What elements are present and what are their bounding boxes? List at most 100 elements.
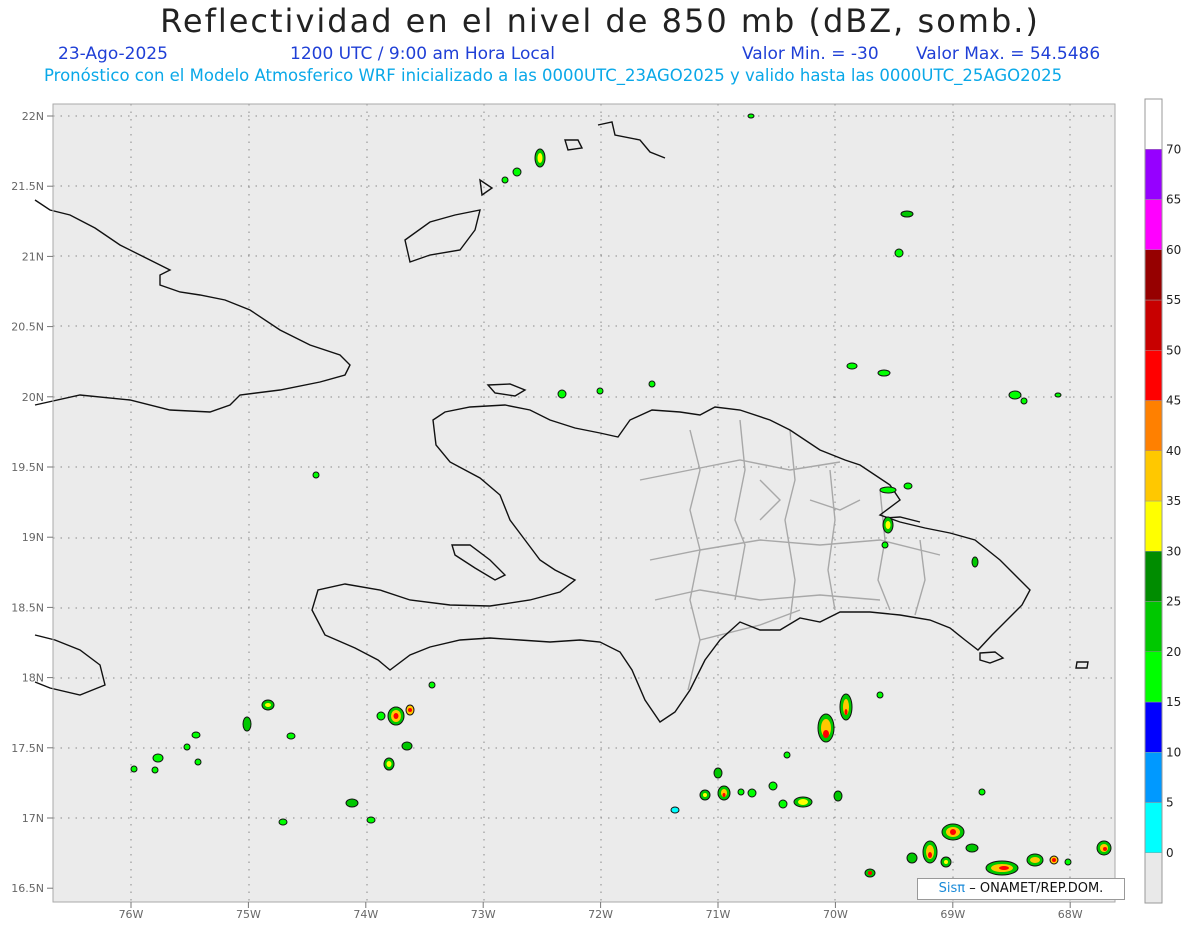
colorbar-segment <box>1144 752 1163 803</box>
reflectivity-map: 22N 21.5N 21N 20.5N 20N 19.5N 19N 18.5N 18N 17.5N… <box>11 98 1181 921</box>
cell <box>876 691 884 699</box>
cell <box>557 389 567 399</box>
colorbar-segment <box>1144 802 1163 853</box>
lat-label: 17N <box>22 812 44 825</box>
credit-box: Sisπ – ONAMET/REP.DOM. <box>917 878 1125 900</box>
map-plot-area <box>53 104 1115 902</box>
cell <box>778 799 788 809</box>
cell <box>864 868 876 878</box>
cell <box>152 753 164 763</box>
lon-label: 72W <box>588 908 613 921</box>
cell <box>971 556 979 568</box>
cell <box>366 816 376 824</box>
sispi-logo: Sisπ <box>938 881 966 896</box>
colorbar-segment <box>1144 551 1163 602</box>
lat-label: 17.5N <box>11 742 44 755</box>
cell <box>768 781 778 791</box>
cell <box>1020 397 1028 405</box>
colorbar-label: 55 <box>1166 293 1181 307</box>
colorbar-segment <box>1144 500 1163 552</box>
lon-label: 68W <box>1058 908 1083 921</box>
credit-org: – ONAMET/REP.DOM. <box>969 881 1104 896</box>
cell <box>817 713 835 743</box>
cell <box>428 681 436 689</box>
colorbar-label: 50 <box>1166 343 1181 357</box>
colorbar-label: 20 <box>1166 645 1181 659</box>
lat-label: 20.5N <box>11 321 44 334</box>
cell <box>783 751 791 759</box>
colorbar-label: 70 <box>1166 142 1181 156</box>
cell <box>501 176 509 184</box>
lon-label: 74W <box>353 908 378 921</box>
lat-label: 21N <box>22 250 44 263</box>
cell <box>191 731 201 739</box>
lon-label: 71W <box>706 908 731 921</box>
cell <box>940 856 952 868</box>
cell <box>387 706 405 726</box>
cell <box>405 704 415 716</box>
cell <box>839 693 853 721</box>
cell <box>713 767 723 779</box>
cell <box>1064 858 1072 866</box>
colorbar-label: 60 <box>1166 243 1181 257</box>
cell <box>1054 392 1062 398</box>
lon-label: 76W <box>119 908 144 921</box>
colorbar-label: 15 <box>1166 695 1181 709</box>
colorbar-segment <box>1144 701 1163 753</box>
colorbar-segment <box>1144 249 1163 301</box>
cell <box>183 743 191 751</box>
cell <box>194 758 202 766</box>
cell <box>1026 853 1044 867</box>
colorbar-segment <box>1144 350 1163 401</box>
cell <box>596 387 604 395</box>
lat-label: 21.5N <box>11 180 44 193</box>
cell <box>1096 840 1112 856</box>
colorbar-segment <box>1144 852 1163 904</box>
colorbar-label: 5 <box>1166 796 1174 810</box>
cell <box>151 766 159 774</box>
colorbar-label: 65 <box>1166 193 1181 207</box>
cell <box>670 806 680 814</box>
cell <box>922 840 938 864</box>
colorbar-segment <box>1144 601 1163 652</box>
lat-label: 20N <box>22 391 44 404</box>
lat-label: 19N <box>22 531 44 544</box>
lat-label: 19.5N <box>11 461 44 474</box>
cell <box>737 788 745 796</box>
cell <box>376 711 386 721</box>
cell <box>261 699 275 711</box>
colorbar-segment <box>1144 199 1163 250</box>
cell <box>286 732 296 740</box>
cell <box>941 823 965 841</box>
lon-label: 70W <box>823 908 848 921</box>
cell <box>401 741 413 751</box>
colorbar: 0 5 10 15 20 25 30 35 40 45 50 55 60 65 70 <box>1144 98 1181 904</box>
cell <box>900 210 914 218</box>
colorbar-label: 25 <box>1166 595 1181 609</box>
lat-label: 22N <box>22 110 44 123</box>
cell <box>242 716 252 732</box>
cell <box>1008 390 1022 400</box>
lon-label: 69W <box>940 908 965 921</box>
cell <box>512 167 522 177</box>
cell <box>906 852 918 864</box>
cell <box>699 789 711 801</box>
colorbar-segment <box>1144 400 1163 451</box>
cell <box>383 757 395 771</box>
colorbar-label: 40 <box>1166 444 1181 458</box>
longitude-labels: 76W 75W 74W 73W 72W 71W 70W 69W 68W <box>119 902 1083 921</box>
latitude-labels: 22N 21.5N 21N 20.5N 20N 19.5N 19N 18.5N 18N 17.5N… <box>11 110 53 895</box>
colorbar-segment <box>1144 651 1163 703</box>
cell <box>846 362 858 370</box>
lon-label: 73W <box>471 908 496 921</box>
colorbar-segment <box>1144 98 1163 150</box>
cell <box>345 798 359 808</box>
cell <box>793 796 813 808</box>
cell <box>747 113 755 119</box>
cell <box>877 369 891 377</box>
cell <box>312 471 320 479</box>
colorbar-label: 10 <box>1166 745 1181 759</box>
lat-label: 18.5N <box>11 601 44 614</box>
lon-label: 75W <box>236 908 261 921</box>
colorbar-label: 0 <box>1166 846 1174 860</box>
